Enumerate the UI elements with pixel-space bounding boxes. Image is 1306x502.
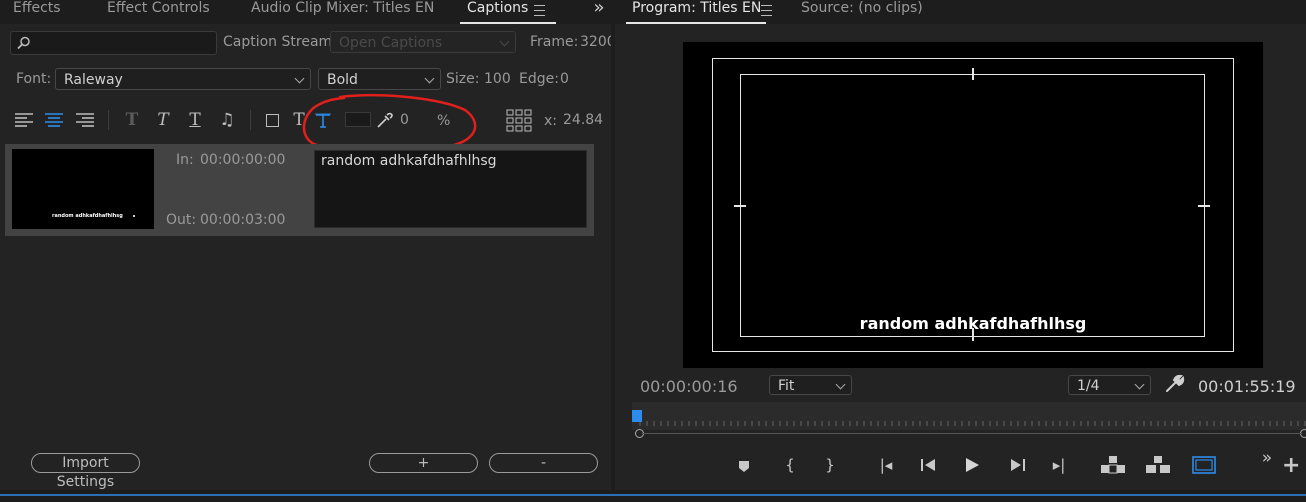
in-timecode[interactable]: 00:00:00:00 (200, 152, 285, 168)
caption-stream-dropdown[interactable]: Open Captions (330, 31, 516, 53)
caption-text-field[interactable]: random adhkafdhafhlhsg (314, 150, 587, 228)
safe-margin-tick (972, 68, 974, 80)
lift-icon[interactable] (1100, 455, 1126, 475)
align-left-icon[interactable] (14, 112, 34, 128)
font-value: Raleway (64, 72, 123, 88)
panel-overflow-icon[interactable]: » (588, 0, 610, 18)
active-tab-indicator (460, 22, 556, 24)
edge-label: Edge: (519, 71, 559, 87)
out-timecode[interactable]: 00:00:03:00 (200, 212, 285, 228)
caption-stream-label: Caption Stream: (223, 34, 337, 50)
chevron-down-icon (835, 379, 846, 390)
align-center-icon[interactable] (44, 112, 64, 128)
italic-text-icon[interactable]: T (153, 110, 173, 130)
safe-margin-tick (1198, 205, 1210, 207)
toolbar-divider (250, 110, 251, 130)
mark-out-icon[interactable]: } (822, 455, 838, 475)
step-forward-icon[interactable] (1009, 458, 1027, 472)
music-note-icon[interactable]: ♫ (216, 110, 238, 130)
chevron-down-icon (499, 36, 510, 47)
toolbar-divider (108, 110, 109, 130)
size-value[interactable]: 100 (484, 71, 511, 87)
caption-stream-value: Open Captions (339, 35, 443, 51)
play-icon[interactable] (964, 457, 980, 473)
active-tab-indicator (626, 22, 766, 24)
step-back-icon[interactable] (919, 458, 937, 472)
export-frame-icon[interactable] (1192, 456, 1216, 474)
panel-menu-icon[interactable] (761, 5, 772, 16)
frame-value: 3200 (580, 34, 611, 50)
tab-effects[interactable]: Effects (13, 0, 61, 16)
chevron-down-icon (1134, 379, 1145, 390)
tab-source[interactable]: Source: (no clips) (801, 0, 923, 16)
bold-text-icon[interactable]: T (122, 110, 142, 130)
remove-caption-button[interactable]: - (489, 453, 598, 473)
chevron-down-icon (294, 73, 305, 84)
x-position-label: x: (544, 113, 558, 129)
playback-resolution-value: 1/4 (1077, 378, 1100, 394)
font-dropdown[interactable]: Raleway (55, 68, 311, 90)
tab-effect-controls[interactable]: Effect Controls (107, 0, 210, 16)
background-color-icon[interactable] (266, 114, 279, 127)
align-right-icon[interactable] (75, 112, 95, 128)
position-grid-icon[interactable] (506, 109, 532, 133)
current-timecode[interactable]: 00:00:00:16 (640, 377, 738, 396)
zoom-bar[interactable] (642, 433, 1302, 434)
timeline-ruler[interactable] (632, 402, 1306, 430)
zoom-fit-dropdown[interactable]: Fit (769, 375, 852, 395)
tab-program[interactable]: Program: Titles EN (632, 0, 761, 16)
add-marker-icon[interactable] (737, 459, 751, 473)
search-input[interactable] (10, 31, 217, 55)
underline-text-icon[interactable]: T (185, 110, 205, 130)
go-to-in-icon[interactable]: |◂ (874, 455, 898, 475)
title-safe-guide (740, 74, 1205, 337)
out-label: Out: (166, 212, 197, 228)
caption-thumbnail: random adhkafdhafhlhsg (12, 149, 154, 229)
button-editor-icon[interactable]: + (1282, 455, 1300, 477)
playhead[interactable] (632, 410, 642, 422)
thumbnail-marker (133, 215, 135, 217)
tab-captions[interactable]: Captions (467, 0, 528, 16)
wrench-settings-icon[interactable] (1164, 374, 1186, 394)
extract-icon[interactable] (1145, 455, 1171, 475)
edge-value[interactable]: 0 (560, 71, 569, 87)
add-caption-button[interactable]: + (369, 453, 478, 473)
frame-label: Frame: (530, 34, 579, 50)
zoom-fit-value: Fit (778, 378, 795, 394)
go-to-out-icon[interactable]: ▸| (1047, 455, 1071, 475)
font-style-value: Bold (327, 72, 358, 88)
more-controls-icon[interactable]: » (1258, 448, 1276, 468)
panel-menu-icon[interactable] (534, 5, 545, 16)
size-label: Size: (446, 71, 480, 87)
tab-audio-clip-mixer[interactable]: Audio Clip Mixer: Titles EN (251, 0, 434, 16)
font-style-dropdown[interactable]: Bold (318, 68, 441, 90)
thumbnail-caption-text: random adhkafdhafhlhsg (52, 213, 123, 219)
in-label: In: (176, 152, 194, 168)
font-label: Font: (16, 71, 52, 87)
safe-margin-tick (734, 205, 746, 207)
mark-in-icon[interactable]: { (782, 455, 798, 475)
import-settings-button[interactable]: Import Settings (31, 453, 140, 490)
search-icon (17, 36, 30, 50)
ruler-ticks (639, 421, 1306, 426)
chevron-down-icon (424, 73, 435, 84)
window-bottom-accent (0, 494, 1306, 496)
sequence-duration: 00:01:55:19 (1198, 377, 1296, 396)
x-position-value[interactable]: 24.84 (563, 112, 603, 128)
playback-resolution-dropdown[interactable]: 1/4 (1068, 375, 1151, 395)
caption-overlay-text: random adhkafdhafhlhsg (859, 314, 1087, 333)
